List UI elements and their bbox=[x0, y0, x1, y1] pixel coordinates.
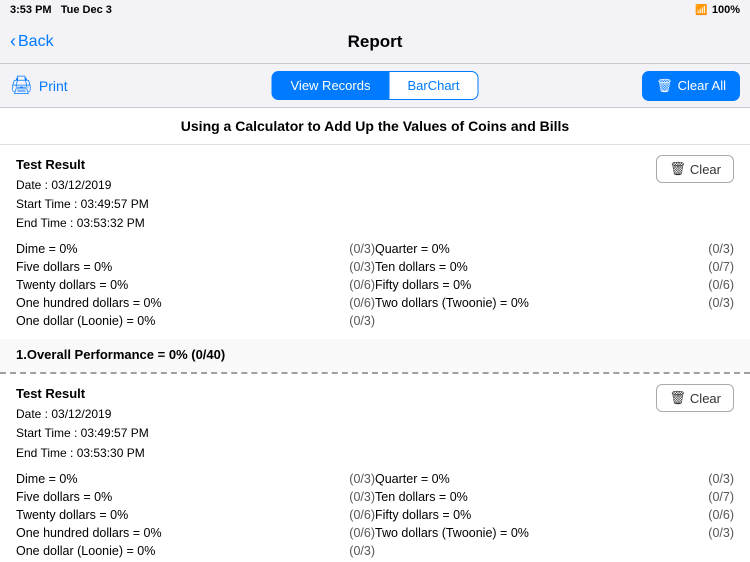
print-button[interactable]: 🖨 Print bbox=[10, 75, 68, 96]
row-1-right: Quarter = 0% bbox=[375, 471, 674, 487]
nav-bar: ‹ Back Report bbox=[0, 20, 750, 64]
section-start-time: Start Time : 03:49:57 PM bbox=[16, 424, 149, 443]
row-2-right-count: (0/7) bbox=[674, 489, 734, 505]
section-2-data-grid: Dime = 0%(0/3)Quarter = 0%(0/3)Five doll… bbox=[0, 469, 750, 562]
row-5-left: One dollar (Loonie) = 0% bbox=[16, 543, 315, 559]
row-5-left-count: (0/3) bbox=[315, 543, 375, 559]
clear-all-button[interactable]: 🗑 Clear All bbox=[642, 71, 740, 101]
row-5-left: One dollar (Loonie) = 0% bbox=[16, 313, 315, 329]
content-area: Using a Calculator to Add Up the Values … bbox=[0, 108, 750, 562]
row-5-right bbox=[375, 313, 674, 329]
row-5-left-count: (0/3) bbox=[315, 313, 375, 329]
row-3-right: Fifty dollars = 0% bbox=[375, 277, 674, 293]
row-1-right-count: (0/3) bbox=[674, 471, 734, 487]
section-2: Test Result Date : 03/12/2019 Start Time… bbox=[0, 374, 750, 562]
section-1-data-grid: Dime = 0%(0/3)Quarter = 0%(0/3)Five doll… bbox=[0, 239, 750, 339]
print-icon: 🖨 bbox=[10, 75, 33, 96]
row-4-right: Two dollars (Twoonie) = 0% bbox=[375, 295, 674, 311]
section-date: Date : 03/12/2019 bbox=[16, 176, 149, 195]
wifi-icon: 📶 bbox=[695, 5, 707, 16]
row-5-right-count bbox=[674, 543, 734, 559]
row-1-left: Dime = 0% bbox=[16, 241, 315, 257]
row-3-left: Twenty dollars = 0% bbox=[16, 507, 315, 523]
clear-label: Clear bbox=[690, 391, 721, 406]
row-3-left-count: (0/6) bbox=[315, 277, 375, 293]
section-2-clear-button[interactable]: 🗑 Clear bbox=[656, 384, 734, 412]
print-label: Print bbox=[39, 78, 68, 94]
row-5-right bbox=[375, 543, 674, 559]
row-1-right-count: (0/3) bbox=[674, 241, 734, 257]
row-4-right-count: (0/3) bbox=[674, 295, 734, 311]
section-1-info: Test Result Date : 03/12/2019 Start Time… bbox=[16, 155, 149, 233]
row-3-left: Twenty dollars = 0% bbox=[16, 277, 315, 293]
row-2-left-count: (0/3) bbox=[315, 259, 375, 275]
view-records-button[interactable]: View Records bbox=[272, 71, 389, 100]
section-1-clear-button[interactable]: 🗑 Clear bbox=[656, 155, 734, 183]
section-2-info: Test Result Date : 03/12/2019 Start Time… bbox=[16, 384, 149, 462]
row-4-left-count: (0/6) bbox=[315, 525, 375, 541]
bar-chart-button[interactable]: BarChart bbox=[388, 71, 478, 100]
row-4-right: Two dollars (Twoonie) = 0% bbox=[375, 525, 674, 541]
row-2-left-count: (0/3) bbox=[315, 489, 375, 505]
row-2-left: Five dollars = 0% bbox=[16, 489, 315, 505]
row-5-right-count bbox=[674, 313, 734, 329]
row-1-right: Quarter = 0% bbox=[375, 241, 674, 257]
row-4-left: One hundred dollars = 0% bbox=[16, 525, 315, 541]
battery-label: 100% bbox=[712, 4, 740, 16]
row-4-right-count: (0/3) bbox=[674, 525, 734, 541]
section-label: Test Result bbox=[16, 384, 149, 405]
trash-icon: 🗑 bbox=[656, 78, 673, 94]
date-label: Tue Dec 3 bbox=[61, 4, 112, 16]
toolbar: 🖨 Print View Records BarChart 🗑 Clear Al… bbox=[0, 64, 750, 108]
section-end-time: End Time : 03:53:30 PM bbox=[16, 444, 149, 463]
nav-title: Report bbox=[348, 32, 403, 52]
segmented-control: View Records BarChart bbox=[272, 71, 479, 100]
section-label: Test Result bbox=[16, 155, 149, 176]
section-1: Test Result Date : 03/12/2019 Start Time… bbox=[0, 145, 750, 374]
status-right: 📶 100% bbox=[695, 4, 740, 16]
row-2-left: Five dollars = 0% bbox=[16, 259, 315, 275]
section-start-time: Start Time : 03:49:57 PM bbox=[16, 195, 149, 214]
section-1-header: Test Result Date : 03/12/2019 Start Time… bbox=[0, 145, 750, 239]
trash-icon: 🗑 bbox=[669, 390, 686, 406]
back-label: Back bbox=[18, 33, 54, 51]
row-1-left-count: (0/3) bbox=[315, 471, 375, 487]
row-3-right: Fifty dollars = 0% bbox=[375, 507, 674, 523]
back-button[interactable]: ‹ Back bbox=[10, 31, 54, 52]
report-title: Using a Calculator to Add Up the Values … bbox=[0, 108, 750, 145]
section-1-overall: 1.Overall Performance = 0% (0/40) bbox=[0, 339, 750, 372]
section-2-header: Test Result Date : 03/12/2019 Start Time… bbox=[0, 374, 750, 468]
row-2-right: Ten dollars = 0% bbox=[375, 489, 674, 505]
clear-all-label: Clear All bbox=[678, 78, 726, 93]
row-2-right: Ten dollars = 0% bbox=[375, 259, 674, 275]
back-chevron-icon: ‹ bbox=[10, 31, 16, 52]
row-4-left: One hundred dollars = 0% bbox=[16, 295, 315, 311]
section-date: Date : 03/12/2019 bbox=[16, 405, 149, 424]
row-3-left-count: (0/6) bbox=[315, 507, 375, 523]
status-time: 3:53 PM Tue Dec 3 bbox=[10, 4, 112, 16]
row-2-right-count: (0/7) bbox=[674, 259, 734, 275]
trash-icon: 🗑 bbox=[669, 161, 686, 177]
section-end-time: End Time : 03:53:32 PM bbox=[16, 214, 149, 233]
time-label: 3:53 PM bbox=[10, 4, 52, 16]
row-3-right-count: (0/6) bbox=[674, 277, 734, 293]
row-4-left-count: (0/6) bbox=[315, 295, 375, 311]
clear-label: Clear bbox=[690, 162, 721, 177]
status-bar: 3:53 PM Tue Dec 3 📶 100% bbox=[0, 0, 750, 20]
row-3-right-count: (0/6) bbox=[674, 507, 734, 523]
row-1-left: Dime = 0% bbox=[16, 471, 315, 487]
row-1-left-count: (0/3) bbox=[315, 241, 375, 257]
